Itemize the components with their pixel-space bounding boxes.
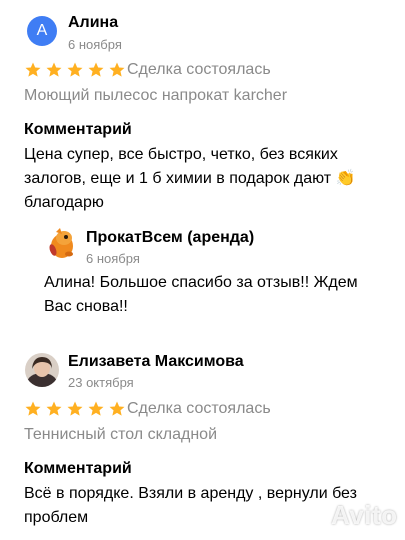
avatar[interactable] bbox=[25, 353, 59, 387]
star-icon bbox=[46, 62, 62, 77]
watermark-text: Avito bbox=[331, 500, 398, 530]
rating-stars bbox=[24, 400, 126, 418]
star-icon bbox=[25, 62, 41, 77]
star-icon bbox=[109, 401, 125, 416]
avito-watermark: Avito bbox=[298, 500, 398, 531]
comment-line: Цена супер, все быстро, четко, без всяки… bbox=[24, 146, 338, 163]
review-date: 23 октября bbox=[68, 375, 134, 390]
rating-stars bbox=[24, 61, 126, 79]
star-icon bbox=[88, 401, 104, 416]
comment-text: Цена супер, все быстро, четко, без всяки… bbox=[24, 143, 394, 215]
item-title[interactable]: Теннисный стол складной bbox=[24, 426, 217, 444]
comment-heading: Комментарий bbox=[24, 460, 132, 477]
reviewer-name[interactable]: Алина bbox=[68, 14, 118, 32]
star-icon bbox=[109, 62, 125, 77]
avatar[interactable]: А bbox=[27, 16, 57, 46]
reply-date: 6 ноября bbox=[86, 251, 140, 266]
star-icon bbox=[25, 401, 41, 416]
comment-heading: Комментарий bbox=[24, 121, 132, 138]
avatar-letter: А bbox=[36, 22, 48, 39]
deal-status: Сделка состоялась bbox=[127, 400, 271, 417]
avito-logo-icon bbox=[298, 504, 325, 527]
reply-line: Алина! Большое спасибо за отзыв!! Ждем bbox=[44, 274, 358, 291]
star-icon bbox=[88, 62, 104, 77]
item-title[interactable]: Моющий пылесос напрокат karcher bbox=[24, 87, 287, 105]
reviewer-name[interactable]: Елизавета Максимова bbox=[68, 353, 244, 371]
seller-name[interactable]: ПрокатВсем (аренда) bbox=[86, 229, 254, 247]
comment-line: залогов, еще и 1 б химии в подарок дают … bbox=[24, 170, 356, 187]
review-date: 6 ноября bbox=[68, 37, 122, 52]
reply-line: Вас снова!! bbox=[44, 298, 128, 315]
deal-status: Сделка состоялась bbox=[127, 61, 271, 78]
comment-line: благодарю bbox=[24, 194, 104, 211]
seller-logo-icon bbox=[44, 226, 78, 260]
star-icon bbox=[67, 401, 83, 416]
reply-text: Алина! Большое спасибо за отзыв!! Ждем В… bbox=[44, 271, 394, 319]
star-icon bbox=[67, 62, 83, 77]
star-icon bbox=[46, 401, 62, 416]
